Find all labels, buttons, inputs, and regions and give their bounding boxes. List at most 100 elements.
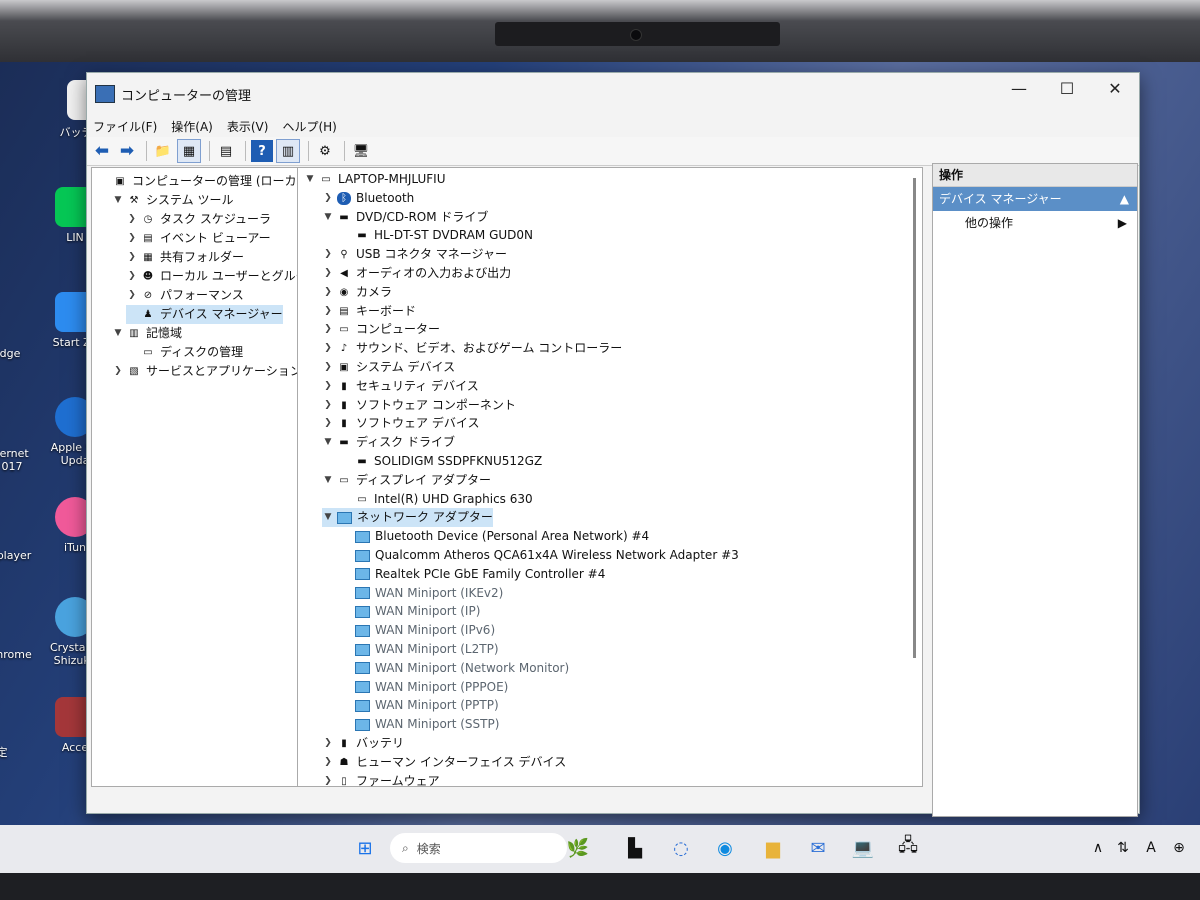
device-tree-item[interactable]: WAN Miniport (IP) <box>340 602 480 621</box>
chevron-right-icon[interactable]: ❯ <box>322 245 334 264</box>
device-tree-item[interactable]: ▬ HL-DT-ST DVDRAM GUD0N <box>340 226 533 245</box>
device-tree-item[interactable]: ❯ ᛒ Bluetooth <box>322 189 414 208</box>
chevron-right-icon[interactable]: ❯ <box>322 339 334 358</box>
chevron-up-icon[interactable]: ∧ <box>1085 835 1111 861</box>
chevron-down-icon[interactable]: ▼ <box>112 191 124 210</box>
chevron-right-icon[interactable]: ❯ <box>322 320 334 339</box>
menu-file[interactable]: ファイル(F) <box>93 118 157 135</box>
left-tree-item[interactable]: ♟ デバイス マネージャー <box>126 305 283 324</box>
desktop-label-settings[interactable]: 定 <box>0 744 12 760</box>
chevron-right-icon[interactable]: ❯ <box>112 362 124 381</box>
device-tree-item[interactable]: WAN Miniport (PPTP) <box>340 696 499 715</box>
chevron-right-icon[interactable]: ❯ <box>126 267 138 286</box>
help-icon[interactable]: ? <box>251 140 273 162</box>
title-bar[interactable]: コンピューターの管理 — ☐ ✕ <box>87 73 1139 115</box>
device-tree-item[interactable]: WAN Miniport (IKEv2) <box>340 584 503 603</box>
close-button[interactable]: ✕ <box>1091 73 1139 103</box>
monitor-icon[interactable]: 🖥 <box>350 140 372 162</box>
desktop-label-edge[interactable]: dge <box>0 347 28 360</box>
device-manager-taskbar-icon[interactable]: 🖧 <box>895 835 921 861</box>
chevron-right-icon[interactable]: ❯ <box>322 772 334 791</box>
forward-arrow-icon[interactable]: ➡ <box>116 140 138 162</box>
left-tree-item[interactable]: ❯ ▦ 共有フォルダー <box>126 248 244 267</box>
task-view-icon[interactable]: ▙ <box>622 835 648 861</box>
device-tree-item[interactable]: ▼ ▭ LAPTOP-MHJLUFIU <box>304 170 446 189</box>
left-tree-item[interactable]: ▣ コンピューターの管理 (ローカル) <box>98 172 313 191</box>
device-tree-item[interactable]: ❯ ⚲ USB コネクタ マネージャー <box>322 245 507 264</box>
chevron-down-icon[interactable]: ▼ <box>322 508 334 527</box>
ime-indicator-icon[interactable]: A <box>1138 835 1164 861</box>
chevron-right-icon[interactable]: ❯ <box>322 753 334 772</box>
show-hide-tree-icon[interactable]: ▦ <box>177 139 201 163</box>
chevron-right-icon[interactable]: ❯ <box>322 734 334 753</box>
chevron-down-icon[interactable]: ▼ <box>322 208 334 227</box>
device-tree-item[interactable]: ❯ ▭ コンピューター <box>322 320 440 339</box>
chevron-right-icon[interactable]: ❯ <box>322 396 334 415</box>
device-tree-item[interactable]: ❯ ▯ ファームウェア <box>322 772 439 791</box>
actions-device-manager[interactable]: デバイス マネージャー ▲ <box>933 187 1137 211</box>
device-tree-item[interactable]: ❯ ▣ システム デバイス <box>322 358 455 377</box>
desktop-label-chrome[interactable]: hrome <box>0 648 36 661</box>
globe-icon[interactable]: ⊕ <box>1166 835 1192 861</box>
device-tree-item[interactable]: ▼ ネットワーク アダプター <box>322 508 493 528</box>
action-pane-icon[interactable]: ▥ <box>276 139 300 163</box>
device-tree-item[interactable]: Bluetooth Device (Personal Area Network)… <box>340 527 649 546</box>
device-tree-item[interactable]: ❯ ◀ オーディオの入力および出力 <box>322 264 511 283</box>
left-tree-item[interactable]: ❯ ▤ イベント ビューアー <box>126 229 270 248</box>
chevron-right-icon[interactable]: ❯ <box>126 210 138 229</box>
chevron-right-icon[interactable]: ❯ <box>322 302 334 321</box>
device-tree-item[interactable]: ▬ SOLIDIGM SSDPFKNU512GZ <box>340 452 542 471</box>
device-tree-item[interactable]: WAN Miniport (Network Monitor) <box>340 659 569 678</box>
chevron-down-icon[interactable]: ▼ <box>304 170 316 189</box>
device-tree-item[interactable]: ❯ ☗ ヒューマン インターフェイス デバイス <box>322 753 566 772</box>
device-tree-item[interactable]: ❯ ▮ バッテリ <box>322 734 404 753</box>
network-status-icon[interactable]: ⇅ <box>1110 835 1136 861</box>
chevron-right-icon[interactable]: ❯ <box>126 229 138 248</box>
chevron-right-icon[interactable]: ❯ <box>322 264 334 283</box>
device-tree-item[interactable]: WAN Miniport (IPv6) <box>340 621 495 640</box>
computer-management-taskbar-icon[interactable]: 💻 <box>850 835 876 861</box>
chevron-right-icon[interactable]: ❯ <box>322 377 334 396</box>
device-tree-item[interactable]: Realtek PCIe GbE Family Controller #4 <box>340 565 605 584</box>
left-tree-item[interactable]: ❯ ☻ ローカル ユーザーとグループ <box>126 267 319 286</box>
taskbar-search[interactable]: ⌕ 検索 <box>390 833 567 863</box>
mail-icon[interactable]: ✉ <box>805 835 831 861</box>
device-tree-item[interactable]: ❯ ♪ サウンド、ビデオ、およびゲーム コントローラー <box>322 339 622 358</box>
desktop-label-internet[interactable]: ternet 017 <box>0 447 32 473</box>
device-tree-item[interactable]: ❯ ▮ セキュリティ デバイス <box>322 377 479 396</box>
left-tree-item[interactable]: ❯ ▧ サービスとアプリケーション <box>112 362 302 381</box>
chevron-right-icon[interactable]: ❯ <box>126 248 138 267</box>
chevron-right-icon[interactable]: ❯ <box>126 286 138 305</box>
device-tree-item[interactable]: ❯ ▮ ソフトウェア デバイス <box>322 414 479 433</box>
device-tree-item[interactable]: WAN Miniport (PPPOE) <box>340 678 508 697</box>
collapse-up-icon[interactable]: ▲ <box>1120 187 1129 211</box>
chevron-right-icon[interactable]: ❯ <box>322 283 334 302</box>
device-tree-item[interactable]: ▼ ▬ ディスク ドライブ <box>322 433 455 452</box>
up-folder-icon[interactable]: 📁 <box>152 140 174 162</box>
chevron-right-icon[interactable]: ❯ <box>322 189 334 208</box>
menu-help[interactable]: ヘルプ(H) <box>282 118 336 135</box>
device-tree-item[interactable]: ▼ ▭ ディスプレイ アダプター <box>322 471 491 490</box>
vertical-scrollbar[interactable] <box>913 178 916 658</box>
scan-hardware-icon[interactable]: ⚙ <box>314 140 336 162</box>
device-tree-item[interactable]: ❯ ▮ ソフトウェア コンポーネント <box>322 396 516 415</box>
left-tree-item[interactable]: ▼ ▥ 記憶域 <box>112 324 182 343</box>
menu-action[interactable]: 操作(A) <box>171 118 213 135</box>
chat-icon[interactable]: ◌ <box>668 835 694 861</box>
widget-icon[interactable]: 🌿 <box>565 835 591 861</box>
file-explorer-icon[interactable]: ▆ <box>760 835 786 861</box>
left-tree-item[interactable]: ❯ ◷ タスク スケジューラ <box>126 210 271 229</box>
device-tree-item[interactable]: WAN Miniport (L2TP) <box>340 640 499 659</box>
device-tree-item[interactable]: WAN Miniport (SSTP) <box>340 715 499 734</box>
minimize-button[interactable]: — <box>995 73 1043 103</box>
windows-start-icon[interactable]: ⊞ <box>352 835 378 861</box>
desktop-label-player[interactable]: player <box>0 549 36 562</box>
chevron-right-icon[interactable]: ❯ <box>322 414 334 433</box>
chevron-down-icon[interactable]: ▼ <box>322 433 334 452</box>
device-tree-item[interactable]: ▭ Intel(R) UHD Graphics 630 <box>340 490 532 509</box>
device-tree-item[interactable]: Qualcomm Atheros QCA61x4A Wireless Netwo… <box>340 546 739 565</box>
left-tree-item[interactable]: ▼ ⚒ システム ツール <box>112 191 234 210</box>
edge-icon[interactable]: ◉ <box>712 835 738 861</box>
device-tree-item[interactable]: ❯ ▤ キーボード <box>322 302 416 321</box>
left-tree-item[interactable]: ❯ ⊘ パフォーマンス <box>126 286 244 305</box>
